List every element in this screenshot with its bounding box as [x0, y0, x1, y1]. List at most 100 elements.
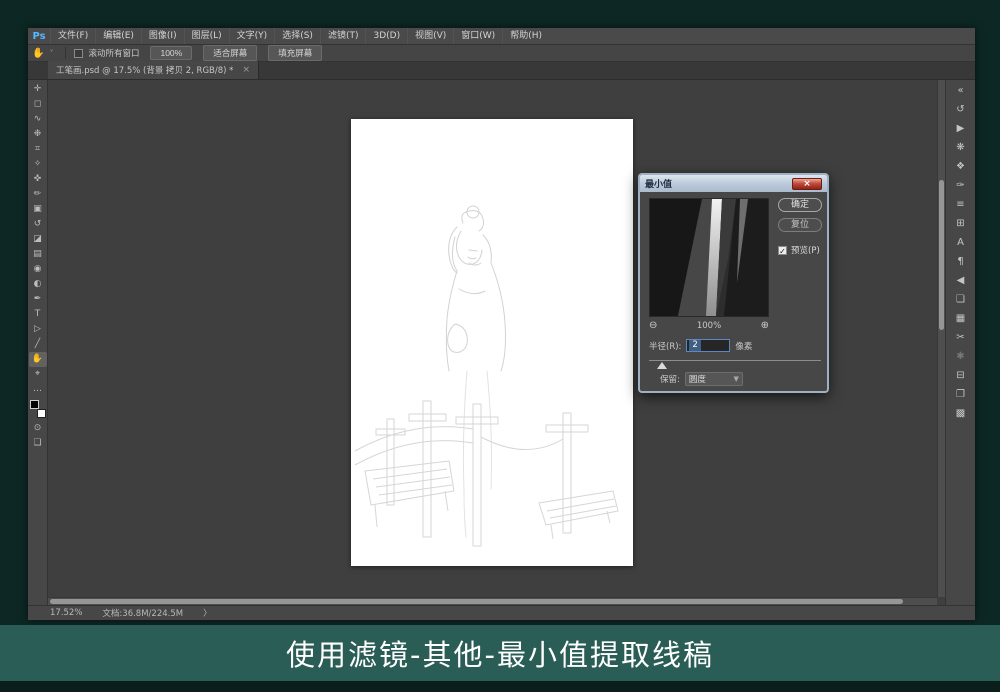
pen-tool-button[interactable]: ✒: [29, 292, 47, 307]
type-tool-button[interactable]: T: [29, 307, 47, 322]
photoshop-window: Ps 文件(F)编辑(E)图像(I)图层(L)文字(Y)选择(S)滤镜(T)3D…: [28, 28, 975, 620]
reset-button[interactable]: 复位: [778, 218, 822, 232]
clone-stamp-tool-button[interactable]: ▣: [29, 202, 47, 217]
paragraph-panel-icon[interactable]: ¶: [949, 252, 973, 271]
menu-window[interactable]: 窗口(W): [453, 28, 502, 44]
background-color-swatch[interactable]: [37, 409, 46, 418]
layers-panel-icon[interactable]: ❏: [949, 290, 973, 309]
ok-button[interactable]: 确定: [778, 198, 822, 212]
document-tab[interactable]: 工笔画.psd @ 17.5% (背景 拷贝 2, RGB/8) * ×: [48, 61, 259, 79]
foreground-color-swatch[interactable]: [30, 400, 39, 409]
preview-checkbox-label: 预览(P): [791, 244, 820, 256]
timeline-panel-icon[interactable]: ⊟: [949, 366, 973, 385]
menu-edit[interactable]: 编辑(E): [95, 28, 141, 44]
radius-input[interactable]: 2: [686, 339, 730, 352]
lasso-tool-button[interactable]: ∿: [29, 112, 47, 127]
dodge-tool-button[interactable]: ◐: [29, 277, 47, 292]
adjustments-panel-icon[interactable]: ❋: [949, 138, 973, 157]
styles-panel-icon[interactable]: ❖: [949, 157, 973, 176]
slider-thumb[interactable]: [657, 362, 667, 369]
clone-source-panel-icon[interactable]: ⊞: [949, 214, 973, 233]
radius-unit-label: 像素: [735, 340, 752, 352]
slider-track: [649, 360, 821, 361]
path-selection-tool-button[interactable]: ▷: [29, 322, 47, 337]
radius-slider[interactable]: [649, 358, 821, 368]
color-swatches[interactable]: [30, 400, 46, 418]
quick-selection-tool-button[interactable]: ❉: [29, 127, 47, 142]
extensions-panel-icon[interactable]: ▩: [949, 404, 973, 423]
quick-mask-button[interactable]: ⊙: [29, 421, 47, 436]
menu-select[interactable]: 选择(S): [274, 28, 320, 44]
status-bar: 17.52% 文档:36.8M/224.5M 〉: [28, 605, 975, 620]
brush-panel-icon[interactable]: ✑: [949, 176, 973, 195]
filter-preview-image[interactable]: [649, 198, 769, 317]
status-zoom-level[interactable]: 17.52%: [50, 608, 82, 618]
radius-label: 半径(R):: [649, 340, 681, 352]
tools-panel: ✛◻∿❉⌗✧✜✏▣↺◪▤◉◐✒T▷╱✋⌖… ⊙❏: [28, 80, 48, 605]
scroll-all-windows-checkbox[interactable]: [74, 49, 83, 58]
toolbar-ellipsis-button[interactable]: …: [29, 382, 47, 397]
menu-file[interactable]: 文件(F): [50, 28, 95, 44]
history-panel-icon[interactable]: ↺: [949, 100, 973, 119]
preserve-value: 圆度: [689, 373, 706, 385]
status-document-size: 文档:36.8M/224.5M: [102, 607, 183, 619]
smudge-tool-button[interactable]: ◉: [29, 262, 47, 277]
tool-presets-panel-icon[interactable]: ≡: [949, 195, 973, 214]
menu-bar: Ps 文件(F)编辑(E)图像(I)图层(L)文字(Y)选择(S)滤镜(T)3D…: [28, 28, 975, 45]
document-tab-bar: 工笔画.psd @ 17.5% (背景 拷贝 2, RGB/8) * ×: [28, 62, 975, 80]
healing-brush-tool-button[interactable]: ✜: [29, 172, 47, 187]
properties-panel-icon[interactable]: ✱: [949, 347, 973, 366]
preserve-dropdown[interactable]: 圆度 ▼: [685, 372, 743, 386]
panel-icon-strip: «↺▶❋❖✑≡⊞A¶◀❏▦✂✱⊟❐▩: [945, 80, 975, 605]
collapse-panels-icon[interactable]: «: [949, 81, 973, 100]
move-tool-button[interactable]: ✛: [29, 82, 47, 97]
notes-panel-icon[interactable]: ◀: [949, 271, 973, 290]
preview-checkbox[interactable]: ✓: [778, 246, 787, 255]
options-bar: ✋ ˅ 滚动所有窗口 100% 适合屏幕 填充屏幕: [28, 45, 975, 62]
marquee-tool-button[interactable]: ◻: [29, 97, 47, 112]
dialog-close-button[interactable]: ×: [792, 178, 822, 190]
line-tool-button[interactable]: ╱: [29, 337, 47, 352]
dialog-title-bar[interactable]: 最小值 ×: [640, 175, 827, 192]
zoom-in-icon[interactable]: ⊕: [761, 320, 769, 331]
document-tab-title: 工笔画.psd @ 17.5% (背景 拷贝 2, RGB/8) *: [56, 64, 233, 76]
3d-panel-icon[interactable]: ❐: [949, 385, 973, 404]
gradient-tool-button[interactable]: ▤: [29, 247, 47, 262]
menu-type[interactable]: 文字(Y): [229, 28, 275, 44]
radius-value: 2: [689, 340, 700, 351]
menu-view[interactable]: 视图(V): [407, 28, 453, 44]
eraser-tool-button[interactable]: ◪: [29, 232, 47, 247]
hand-tool-button[interactable]: ✋: [29, 352, 47, 367]
vertical-scrollbar-thumb[interactable]: [939, 180, 944, 330]
channels-panel-icon[interactable]: ▦: [949, 309, 973, 328]
menu-image[interactable]: 图像(I): [141, 28, 184, 44]
paths-panel-icon[interactable]: ✂: [949, 328, 973, 347]
menu-filter[interactable]: 滤镜(T): [320, 28, 366, 44]
history-brush-tool-button[interactable]: ↺: [29, 217, 47, 232]
zoom-tool-button[interactable]: ⌖: [29, 367, 47, 382]
brush-tool-button[interactable]: ✏: [29, 187, 47, 202]
menu-layer[interactable]: 图层(L): [184, 28, 229, 44]
zoom-out-icon[interactable]: ⊖: [649, 320, 657, 331]
tab-close-icon[interactable]: ×: [242, 65, 250, 75]
eyedropper-tool-button[interactable]: ✧: [29, 157, 47, 172]
vertical-scrollbar[interactable]: [937, 80, 945, 597]
fill-screen-button[interactable]: 填充屏幕: [268, 45, 322, 61]
horizontal-scrollbar[interactable]: [48, 597, 937, 605]
menu-3d[interactable]: 3D(D): [365, 28, 407, 44]
horizontal-scrollbar-thumb[interactable]: [50, 599, 903, 604]
line-art-sketch: [351, 119, 633, 566]
crop-tool-button[interactable]: ⌗: [29, 142, 47, 157]
fit-screen-button[interactable]: 适合屏幕: [203, 45, 257, 61]
photoshop-logo: Ps: [28, 31, 50, 42]
zoom-100-button[interactable]: 100%: [150, 46, 192, 60]
document-canvas[interactable]: [351, 119, 633, 566]
bottom-strip: [0, 681, 1000, 692]
character-panel-icon[interactable]: A: [949, 233, 973, 252]
screen-mode-button[interactable]: ❏: [29, 436, 47, 451]
tool-preset-caret-icon[interactable]: ˅: [49, 49, 53, 58]
status-arrow-icon[interactable]: 〉: [203, 607, 212, 619]
menu-help[interactable]: 帮助(H): [502, 28, 549, 44]
preserve-label: 保留:: [660, 373, 680, 385]
actions-panel-icon[interactable]: ▶: [949, 119, 973, 138]
